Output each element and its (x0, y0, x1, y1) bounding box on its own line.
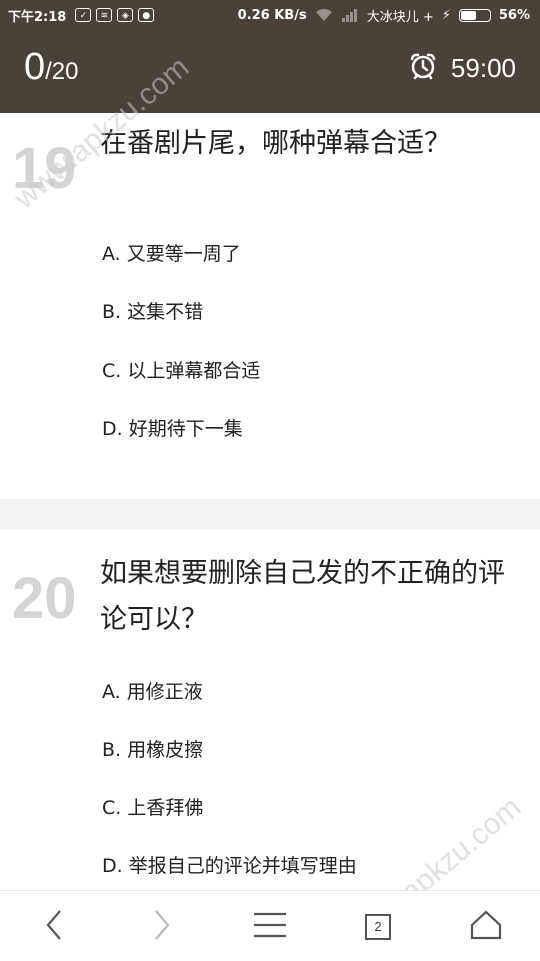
chevron-left-icon (44, 909, 64, 945)
alarm-clock-icon (409, 52, 437, 84)
question-divider (0, 499, 540, 529)
battery-icon (458, 8, 491, 22)
quiz-header: 0 /20 59:00 (0, 30, 540, 113)
wifi-icon (315, 8, 333, 22)
browser-nav-bar: 2 (0, 890, 540, 961)
status-time: 下午2:18 (8, 9, 67, 25)
status-bar: 下午2:18 ✓ ≋ ◈ ● 0.26 KB/s 大冰块儿 + ⚡ 56% (0, 0, 540, 30)
option-c[interactable]: C. 以上弹幕都合适 (102, 356, 260, 383)
home-button[interactable] (464, 905, 508, 949)
sync-icon: ◈ (117, 8, 134, 22)
network-speed: 0.26 KB/s (237, 7, 307, 23)
option-a[interactable]: A. 又要等一周了 (102, 239, 241, 266)
menu-button[interactable] (248, 905, 292, 949)
wifi-hotspot-icon: ≋ (96, 8, 113, 22)
option-d[interactable]: D. 举报自己的评论并填写理由 (102, 851, 357, 878)
chevron-right-icon (152, 909, 172, 945)
score-total: /20 (45, 58, 79, 85)
option-a[interactable]: A. 用修正液 (102, 677, 203, 704)
menu-icon (253, 912, 287, 942)
option-b[interactable]: B. 这集不错 (102, 297, 203, 324)
signal-icon (341, 8, 359, 22)
score-display: 0 /20 (24, 46, 79, 89)
timer-display: 59:00 (409, 52, 516, 84)
tabs-button[interactable]: 2 (356, 905, 400, 949)
question-text: 在番剧片尾，哪种弹幕合适？ (100, 128, 451, 159)
quiz-content[interactable]: 19 在番剧片尾，哪种弹幕合适？ A. 又要等一周了 B. 这集不错 C. 以上… (0, 113, 540, 890)
question-number: 19 (12, 136, 77, 201)
home-icon (470, 910, 502, 944)
back-button[interactable] (32, 905, 76, 949)
qq-icon: ● (138, 8, 155, 22)
score-value: 0 (24, 46, 46, 88)
question-number: 20 (12, 566, 77, 631)
option-c[interactable]: C. 上香拜佛 (102, 793, 203, 820)
battery-percent: 56% (498, 7, 530, 23)
timer-value: 59:00 (450, 52, 516, 83)
notification-app-icon: ✓ (75, 8, 92, 22)
option-d[interactable]: D. 好期待下一集 (102, 414, 243, 441)
carrier-name: 大冰块儿 + (366, 9, 434, 25)
charging-icon: ⚡ (441, 7, 451, 23)
question-text: 如果想要删除自己发的不正确的评论可以？ (100, 558, 505, 635)
forward-button[interactable] (140, 905, 184, 949)
option-b[interactable]: B. 用橡皮擦 (102, 735, 203, 762)
tab-count: 2 (365, 914, 391, 940)
